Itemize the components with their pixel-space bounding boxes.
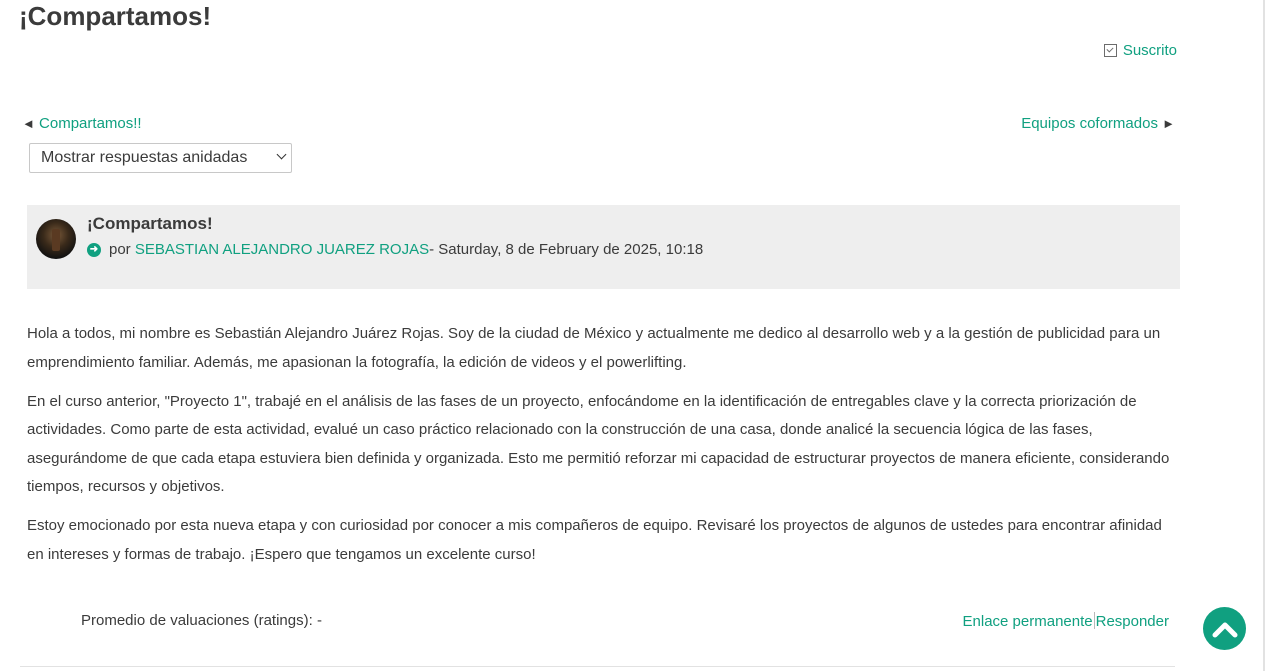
author-link[interactable]: SEBASTIAN ALEJANDRO JUAREZ ROJAS (135, 241, 429, 258)
post-header: ¡Compartamos! ➜ por SEBASTIAN ALEJANDRO … (27, 205, 1180, 289)
subscribed-toggle[interactable]: Suscrito (1103, 42, 1177, 59)
chevron-up-icon (1212, 622, 1237, 637)
post-actions: Enlace permanente Responder (963, 612, 1169, 630)
post-body: Hola a todos, mi nombre es Sebastián Ale… (27, 320, 1177, 580)
post-paragraph: En el curso anterior, "Proyecto 1", trab… (27, 392, 1170, 496)
next-discussion-link[interactable]: Equipos coformados (1021, 115, 1158, 132)
checkbox-checked-icon (1103, 44, 1117, 57)
post-paragraph: Hola a todos, mi nombre es Sebastián Ale… (27, 325, 1161, 371)
arrow-circle-right-icon: ➜ (87, 242, 101, 257)
display-mode-select[interactable]: Mostrar respuestas anidadas (29, 143, 292, 173)
display-mode-value: Mostrar respuestas anidadas (41, 149, 248, 166)
permalink-link[interactable]: Enlace permanente (963, 613, 1093, 630)
next-discussion-nav: Equipos coformados ► (1021, 115, 1175, 132)
avatar[interactable] (36, 219, 76, 259)
reply-link[interactable]: Responder (1096, 613, 1169, 630)
rating-average: Promedio de valuaciones (ratings): - (81, 612, 322, 629)
prev-discussion-link[interactable]: Compartamos!! (39, 115, 142, 132)
post-date: - Saturday, 8 de February de 2025, 10:18 (429, 241, 704, 258)
post-paragraph: Estoy emocionado por esta nueva etapa y … (27, 517, 1162, 563)
arrow-left-icon: ◄ (22, 116, 35, 131)
post-byline: ➜ por SEBASTIAN ALEJANDRO JUAREZ ROJAS -… (87, 241, 703, 258)
chevron-down-icon (276, 149, 287, 160)
divider (20, 666, 1175, 667)
subscribed-label: Suscrito (1122, 42, 1177, 59)
back-to-top-button[interactable] (1203, 607, 1246, 650)
arrow-right-icon: ► (1162, 116, 1175, 131)
post-title: ¡Compartamos! (87, 214, 213, 233)
page-title: ¡Compartamos! (19, 1, 212, 31)
prev-discussion-nav: ◄ Compartamos!! (22, 115, 142, 132)
by-prefix: por (109, 241, 131, 258)
separator (1093, 612, 1095, 629)
